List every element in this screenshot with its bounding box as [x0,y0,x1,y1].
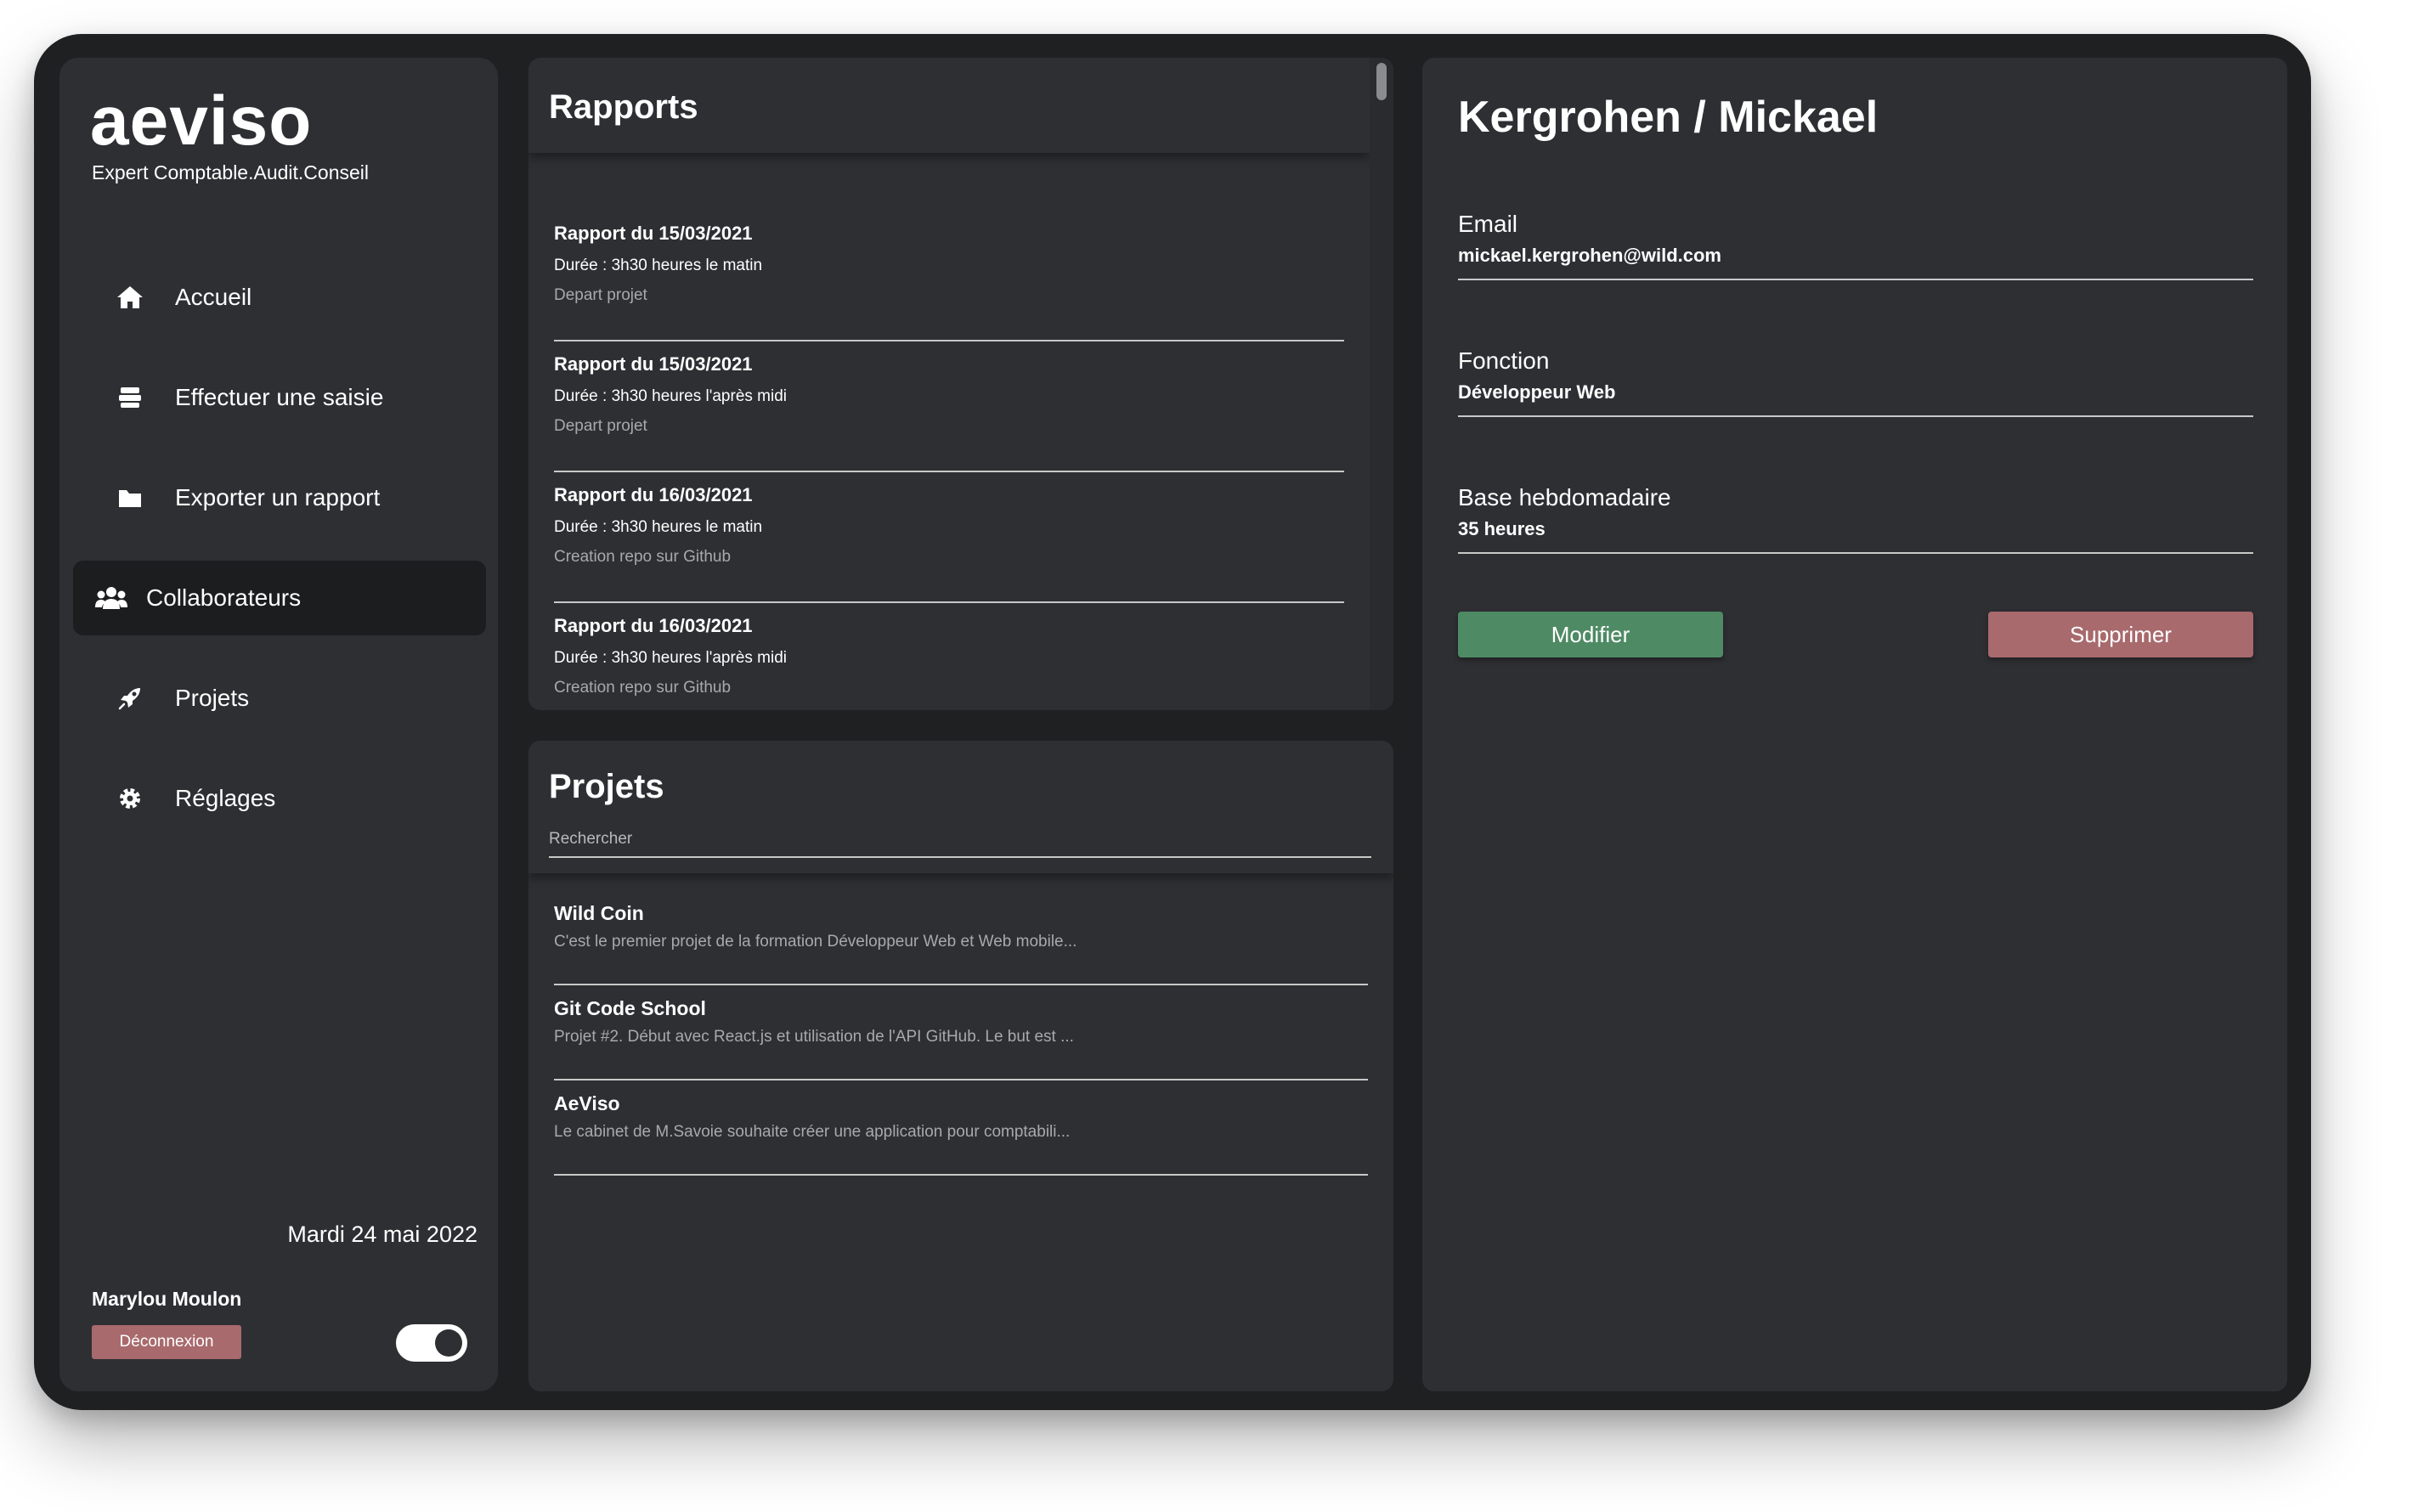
field-value: Développeur Web [1458,381,1616,403]
report-description: Creation repo sur Github [554,548,732,566]
report-description: Creation repo sur Github [554,679,732,697]
sidebar-item-label: Exporter un rapport [175,484,381,511]
logout-button[interactable]: Déconnexion [92,1325,241,1359]
projects-header: Projets [528,741,1393,873]
project-title: Git Code School [554,997,706,1019]
email-field: Email mickael.kergrohen@wild.com [1458,204,2253,280]
folder-icon [110,481,150,515]
field-label: Base hebdomadaire [1458,484,1671,511]
sidebar-item-collaborateurs[interactable]: Collaborateurs [73,561,486,635]
theme-toggle[interactable] [396,1324,467,1362]
report-duration: Durée : 3h30 heures l'après midi [554,387,787,405]
project-title: Wild Coin [554,902,644,924]
report-title: Rapport du 15/03/2021 [554,223,753,244]
report-description: Depart projet [554,417,647,435]
field-label: Email [1458,211,1518,237]
reports-header: Rapports [528,58,1370,153]
modify-button[interactable]: Modifier [1458,612,1723,657]
weekly-base-field: Base hebdomadaire 35 heures [1458,477,2253,554]
projects-panel: Projets Wild Coin C'est le premier proje… [528,741,1393,1391]
report-title: Rapport du 16/03/2021 [554,484,753,505]
users-icon [92,581,131,615]
home-icon [110,280,150,314]
collaborator-detail-panel: Kergrohen / Mickael Email mickael.kergro… [1422,58,2287,1391]
project-item[interactable]: Git Code School Projet #2. Début avec Re… [554,985,1368,1080]
sidebar-item-effectuer-saisie[interactable]: Effectuer une saisie [73,360,486,435]
report-description: Depart projet [554,286,647,304]
sidebar: aeviso Expert Comptable.Audit.Conseil Ac… [59,58,498,1391]
report-item[interactable]: Rapport du 16/03/2021 Durée : 3h30 heure… [554,603,1344,710]
project-title: AeViso [554,1092,620,1114]
project-item[interactable]: AeViso Le cabinet de M.Savoie souhaite c… [554,1080,1368,1176]
app-logo: aeviso [90,82,313,160]
sidebar-item-label: Collaborateurs [146,584,302,611]
sidebar-item-label: Effectuer une saisie [175,384,384,410]
project-search-input[interactable] [549,822,1371,858]
field-label: Fonction [1458,347,1550,374]
reports-scrollbar[interactable] [1370,58,1393,710]
project-item[interactable]: Wild Coin C'est le premier projet de la … [554,890,1368,985]
app-tagline: Expert Comptable.Audit.Conseil [92,161,369,183]
toggle-knob [435,1329,462,1357]
function-field: Fonction Développeur Web [1458,341,2253,417]
projects-title: Projets [549,768,664,805]
reports-panel: Rapport du 15/03/2021 Durée : 3h30 heure… [528,58,1393,710]
report-duration: Durée : 3h30 heures le matin [554,257,763,274]
project-description: C'est le premier projet de la formation … [554,933,1077,951]
scrollbar-thumb[interactable] [1376,63,1387,100]
rocket-icon [110,681,150,715]
report-duration: Durée : 3h30 heures l'après midi [554,649,787,667]
report-item[interactable]: Rapport du 16/03/2021 Durée : 3h30 heure… [554,472,1344,603]
report-duration: Durée : 3h30 heures le matin [554,518,763,536]
sidebar-item-label: Réglages [175,785,276,811]
project-description: Projet #2. Début avec React.js et utilis… [554,1028,1074,1046]
report-item[interactable]: Rapport du 15/03/2021 Durée : 3h30 heure… [554,341,1344,472]
sidebar-item-reglages[interactable]: Réglages [73,761,486,836]
collaborator-name: Kergrohen / Mickael [1458,93,1879,142]
report-title: Rapport du 15/03/2021 [554,353,753,375]
reports-title: Rapports [549,88,698,126]
field-value: 35 heures [1458,518,1546,539]
sidebar-item-accueil[interactable]: Accueil [73,260,486,335]
sidebar-item-projets[interactable]: Projets [73,661,486,736]
project-description: Le cabinet de M.Savoie souhaite créer un… [554,1123,1071,1141]
field-value: mickael.kergrohen@wild.com [1458,245,1721,266]
current-date: Mardi 24 mai 2022 [287,1221,478,1247]
user-name: Marylou Moulon [92,1288,242,1310]
report-title: Rapport du 16/03/2021 [554,615,753,636]
delete-button[interactable]: Supprimer [1988,612,2253,657]
stack-icon [110,381,150,415]
sidebar-item-exporter-rapport[interactable]: Exporter un rapport [73,460,486,535]
sidebar-item-label: Accueil [175,284,252,310]
gear-icon [110,781,150,815]
report-item[interactable]: Rapport du 15/03/2021 Durée : 3h30 heure… [554,211,1344,341]
sidebar-item-label: Projets [175,685,250,711]
